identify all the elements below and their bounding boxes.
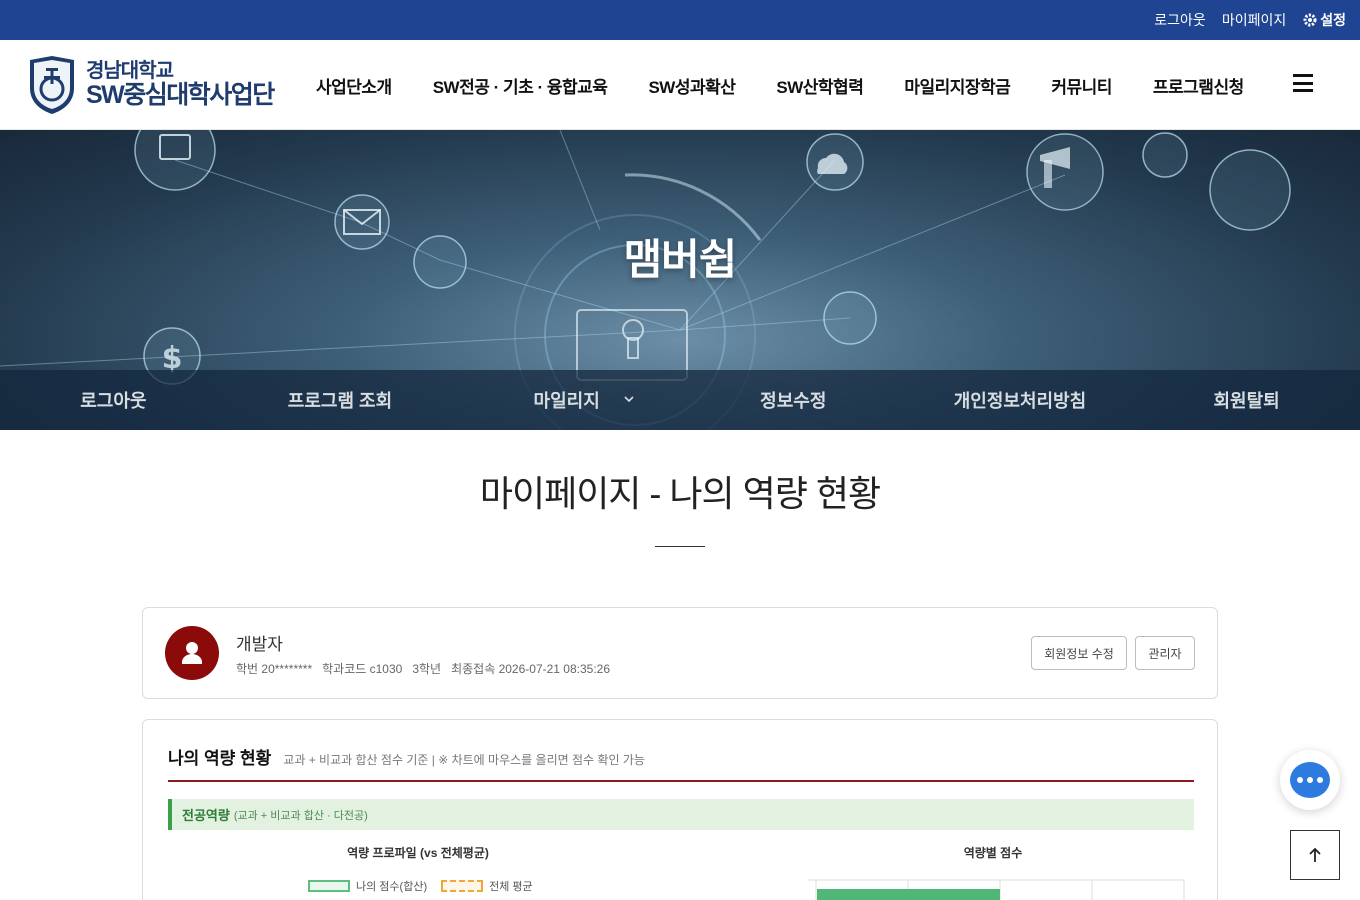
user-meta: 학번 20******** 학과코드 c1030 3학년 최종접속 2026-0… <box>236 660 610 677</box>
legend-avg-swatch <box>441 880 484 892</box>
subnav-withdraw-label: 회원탈퇴 <box>1213 391 1280 411</box>
major-competency-note: (교과 + 비교과 합산 · 다전공) <box>233 809 368 822</box>
nav-item-mileage[interactable]: 마일리지장학금 <box>904 73 1010 98</box>
radar-chart-title: 역량 프로파일 (vs 전체평균) <box>347 846 489 860</box>
arrow-up-icon <box>1309 847 1321 862</box>
logo-org-name: SW중심대학사업단 <box>86 81 275 110</box>
nav-item-outcomes[interactable]: SW성과확산 <box>648 73 735 98</box>
subnav-logout-label: 로그아웃 <box>80 391 147 411</box>
hero-title: 맴버쉽 <box>623 236 738 283</box>
nav-item-program[interactable]: 프로그램신청 <box>1153 73 1244 98</box>
subnav-privacy-policy-label: 개인정보처리방침 <box>953 391 1087 411</box>
competency-card: 나의 역량 현황 교과 + 비교과 합산 점수 기준 | ※ 차트에 마우스를 … <box>142 719 1218 900</box>
gear-icon <box>1303 13 1317 27</box>
subnav-program-lookup[interactable]: 프로그램 조회 <box>227 370 454 430</box>
dept-code: 학과코드 c1030 <box>322 662 403 676</box>
competency-note: 교과 + 비교과 합산 점수 기준 | ※ 차트에 마우스를 올리면 점수 확인… <box>283 753 645 767</box>
user-name: 개발자 <box>236 635 283 654</box>
chat-button[interactable] <box>1280 750 1340 810</box>
nav-item-industry[interactable]: SW산학협력 <box>776 73 863 98</box>
hero-banner: $ 맴버쉽 로그아웃 프로그램 조회 마일리지 정보수정 개인정보처리방침 회원… <box>0 130 1360 430</box>
nav-item-community[interactable]: 커뮤니티 <box>1051 73 1112 98</box>
legend-avg-label: 전체 평균 <box>489 881 533 893</box>
avatar <box>165 626 219 680</box>
nav-item-about[interactable]: 사업단소개 <box>316 73 392 98</box>
page-title: 마이페이지 - 나의 역량 현황 <box>479 473 881 514</box>
subnav-mileage-label: 마일리지 <box>533 391 600 411</box>
top-logout-link[interactable]: 로그아웃 <box>1154 10 1206 30</box>
competency-heading: 나의 역량 현황 <box>168 749 272 768</box>
competency-header: 나의 역량 현황 교과 + 비교과 합산 점수 기준 | ※ 차트에 마우스를 … <box>168 744 645 769</box>
radar-chart-legend: 나의 점수(합산) 전체 평균 <box>308 878 533 894</box>
subnav-mileage[interactable]: 마일리지 <box>453 370 680 430</box>
site-header: 경남대학교 SW중심대학사업단 사업단소개 SW전공 · 기초 · 융합교육 S… <box>0 40 1360 130</box>
top-utility-bar: 로그아웃 마이페이지 설정 <box>0 0 1360 40</box>
last-login: 최종접속 2026-07-21 08:35:26 <box>451 662 611 676</box>
grade: 3학년 <box>412 662 442 676</box>
settings-label: 설정 <box>1320 12 1346 28</box>
edit-profile-button[interactable]: 회원정보 수정 <box>1031 636 1127 670</box>
score-bar <box>817 889 1000 900</box>
profile-card: 개발자 학번 20******** 학과코드 c1030 3학년 최종접속 20… <box>142 607 1218 699</box>
nav-item-education[interactable]: SW전공 · 기초 · 융합교육 <box>433 73 608 98</box>
user-icon <box>182 642 202 664</box>
university-emblem-icon <box>30 56 74 114</box>
top-mypage-link[interactable]: 마이페이지 <box>1222 10 1286 30</box>
subnav-edit-info[interactable]: 정보수정 <box>680 370 907 430</box>
chevron-down-icon <box>624 396 634 403</box>
score-bar-chart[interactable] <box>808 878 1188 900</box>
scroll-to-top-button[interactable] <box>1290 830 1340 880</box>
main-nav: 사업단소개 SW전공 · 기초 · 융합교육 SW성과확산 SW산학협력 마일리… <box>316 40 1285 130</box>
top-settings-link[interactable]: 설정 <box>1302 10 1346 30</box>
subnav-program-lookup-label: 프로그램 조회 <box>287 391 393 411</box>
bar-chart-title: 역량별 점수 <box>963 846 1023 860</box>
site-logo[interactable]: 경남대학교 SW중심대학사업단 <box>26 54 275 116</box>
competency-divider <box>168 780 1194 782</box>
student-id: 학번 20******** <box>236 662 313 676</box>
title-divider <box>655 546 705 547</box>
subnav-withdraw[interactable]: 회원탈퇴 <box>1133 370 1360 430</box>
subnav-logout[interactable]: 로그아웃 <box>0 370 227 430</box>
chat-bubble-icon <box>1290 762 1330 798</box>
admin-button[interactable]: 관리자 <box>1135 636 1195 670</box>
legend-mine-label: 나의 점수(합산) <box>356 881 428 893</box>
major-competency-band: 전공역량 (교과 + 비교과 합산 · 다전공) <box>168 799 1194 830</box>
sub-navigation: 로그아웃 프로그램 조회 마일리지 정보수정 개인정보처리방침 회원탈퇴 <box>0 370 1360 430</box>
major-competency-title: 전공역량 <box>182 808 230 823</box>
top-links: 로그아웃 마이페이지 설정 <box>1154 0 1346 40</box>
subnav-privacy-policy[interactable]: 개인정보처리방침 <box>907 370 1134 430</box>
hamburger-icon[interactable] <box>1293 74 1313 92</box>
logo-university-name: 경남대학교 <box>86 60 174 83</box>
subnav-edit-info-label: 정보수정 <box>760 391 827 411</box>
legend-mine-swatch <box>308 880 350 892</box>
